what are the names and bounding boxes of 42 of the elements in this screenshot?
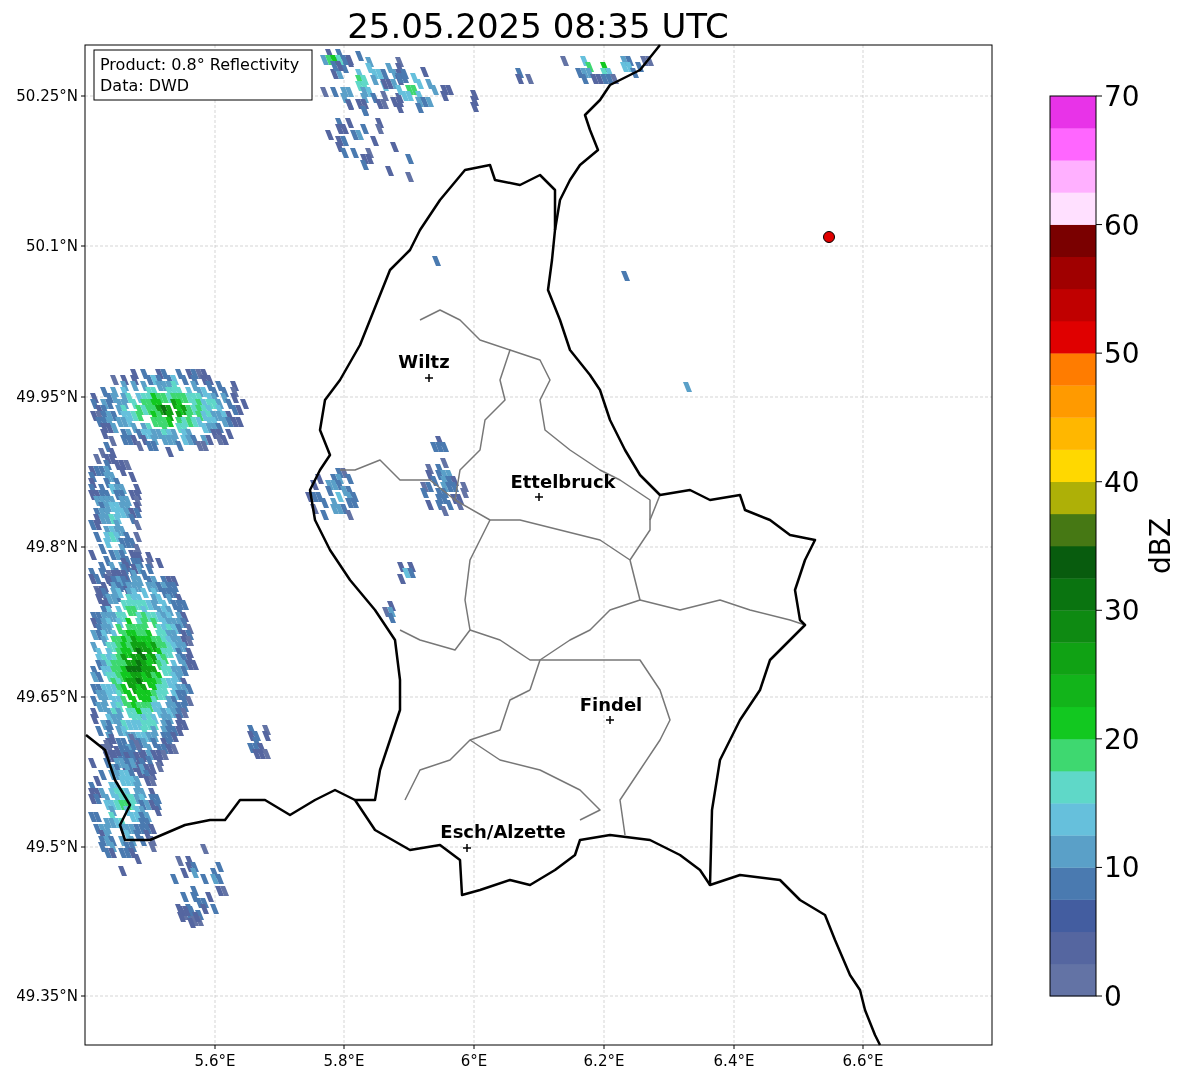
city-label: Wiltz [398,351,450,372]
colorbar-tick-label: 60 [1104,208,1140,242]
city-marker-icon [424,373,434,383]
radar-echo-drawing [432,256,441,266]
info-text: Product: 0.8° Reflectivity [100,55,300,74]
axis-tick-label: 49.65°N [16,688,78,706]
colorbar-tick-label: 70 [1104,80,1140,113]
axis-tick-label: 5.8°E [323,1052,365,1070]
axis-tick-label: 49.95°N [16,388,78,406]
city-label: Findel [579,694,643,715]
chart-title: 25.05.2025 08:35 UTC [347,6,729,46]
colorbar-label: dBZ [1144,517,1177,575]
radar-echo-drawing [683,382,692,392]
axis-tick-label: 6°E [460,1052,488,1070]
radar-echo-drawing [397,562,416,584]
axis-tick-label: 50.1°N [25,237,78,255]
axis-tick-label: 6.6°E [842,1052,884,1070]
axis-tick-label: 5.6°E [194,1052,236,1070]
city-marker-icon [534,492,544,502]
info-text: Data: DWD [100,76,190,95]
city-marker-icon [462,843,472,853]
radar-echo-drawing [430,436,449,452]
city-label: Esch/Alzette [440,821,566,842]
colorbar-tick-label: 0 [1104,980,1122,1013]
colorbar-tick-label: 50 [1104,337,1140,371]
radar-echo-drawing [305,468,359,520]
radar-echo-drawing [382,601,396,623]
colorbar-tick-label: 40 [1104,465,1140,499]
city-marker-icon [605,715,615,725]
axis-tick-label: 49.35°N [16,987,78,1005]
location-dot-icon [823,231,835,243]
axis-tick-label: 50.25°N [16,87,78,105]
radar-echo-drawing [621,271,630,281]
colorbar-tick-label: 10 [1104,851,1140,885]
axis-tick-label: 49.5°N [25,838,78,856]
radar-echo-drawing [420,458,469,516]
axis-tick-label: 49.8°N [25,538,78,556]
colorbar-tick-label: 30 [1104,594,1140,628]
city-label: Ettelbruck [510,471,616,492]
colorbar-tick-label: 20 [1104,722,1140,756]
axis-tick-label: 6.4°E [713,1052,755,1070]
axis-tick-label: 6.2°E [583,1052,625,1070]
